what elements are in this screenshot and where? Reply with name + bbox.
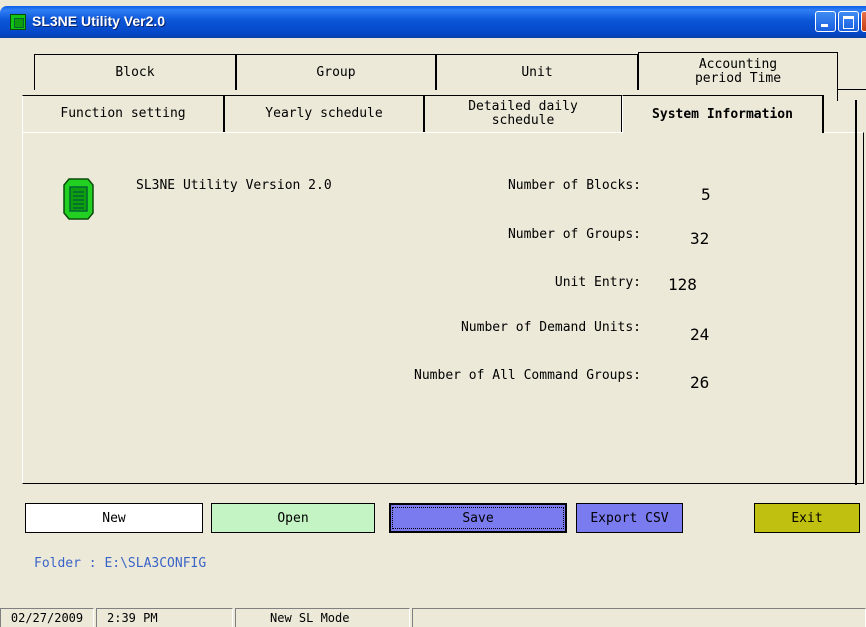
app-window: SL3NE Utility Ver2.0 Block Group Unit Ac… <box>0 0 866 627</box>
new-button[interactable]: New <box>25 503 203 533</box>
blocks-value: 5 <box>701 185 711 204</box>
status-mode: New SL Mode <box>235 608 410 627</box>
groups-value: 32 <box>690 229 710 248</box>
demand-units-value: 24 <box>690 325 710 344</box>
panel-edge <box>855 100 857 485</box>
maximize-icon[interactable] <box>838 11 859 32</box>
version-text: SL3NE Utility Version 2.0 <box>136 178 332 193</box>
save-button[interactable]: Save <box>389 503 567 533</box>
tab-accounting-period-time[interactable]: Accounting period Time <box>638 52 838 90</box>
save-button-label: Save <box>392 507 564 529</box>
status-bar: 02/27/2009 2:39 PM New SL Mode <box>0 608 866 627</box>
command-groups-label: Number of All Command Groups: <box>414 368 641 383</box>
open-button[interactable]: Open <box>211 503 375 533</box>
tab-function-setting[interactable]: Function setting <box>22 95 224 132</box>
window-title: SL3NE Utility Ver2.0 <box>32 13 166 29</box>
tab-detailed-daily-schedule[interactable]: Detailed daily schedule <box>424 95 622 132</box>
unit-entry-value: 128 <box>668 275 697 294</box>
status-empty <box>412 608 866 627</box>
export-csv-button[interactable]: Export CSV <box>576 503 683 533</box>
tab-yearly-schedule[interactable]: Yearly schedule <box>224 95 424 132</box>
close-icon[interactable] <box>861 11 866 32</box>
tab-block[interactable]: Block <box>34 54 236 90</box>
tab-system-information[interactable]: System Information <box>622 95 824 133</box>
command-groups-value: 26 <box>690 373 710 392</box>
tab-unit[interactable]: Unit <box>436 54 638 90</box>
unit-entry-label: Unit Entry: <box>554 275 641 290</box>
demand-units-label: Number of Demand Units: <box>460 320 641 335</box>
tab-row-edge <box>837 89 866 101</box>
status-date: 02/27/2009 <box>0 608 94 627</box>
tab-group[interactable]: Group <box>236 54 436 90</box>
minimize-icon[interactable] <box>815 11 836 32</box>
exit-button[interactable]: Exit <box>754 503 860 533</box>
groups-label: Number of Groups: <box>507 227 641 242</box>
chip-icon <box>63 178 94 220</box>
app-icon <box>10 14 26 30</box>
status-time: 2:39 PM <box>96 608 233 627</box>
title-bar[interactable]: SL3NE Utility Ver2.0 <box>0 6 866 38</box>
blocks-label: Number of Blocks: <box>507 178 641 193</box>
folder-path: Folder : E:\SLA3CONFIG <box>34 556 207 571</box>
